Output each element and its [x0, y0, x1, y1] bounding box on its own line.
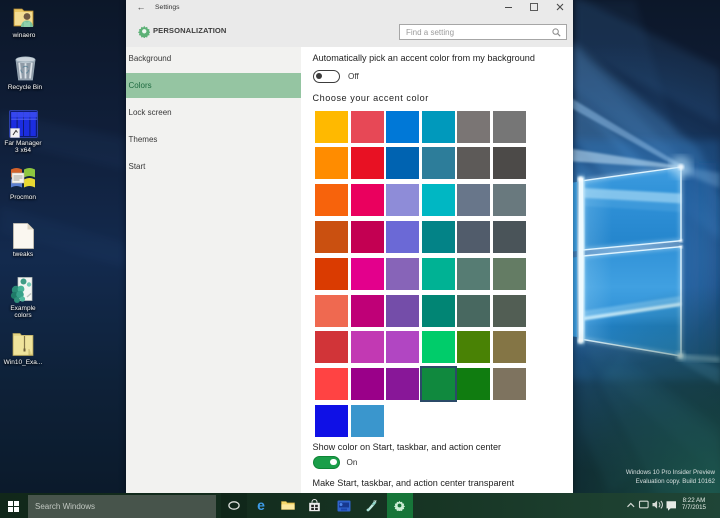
svg-text:x2: x2 — [373, 500, 377, 504]
